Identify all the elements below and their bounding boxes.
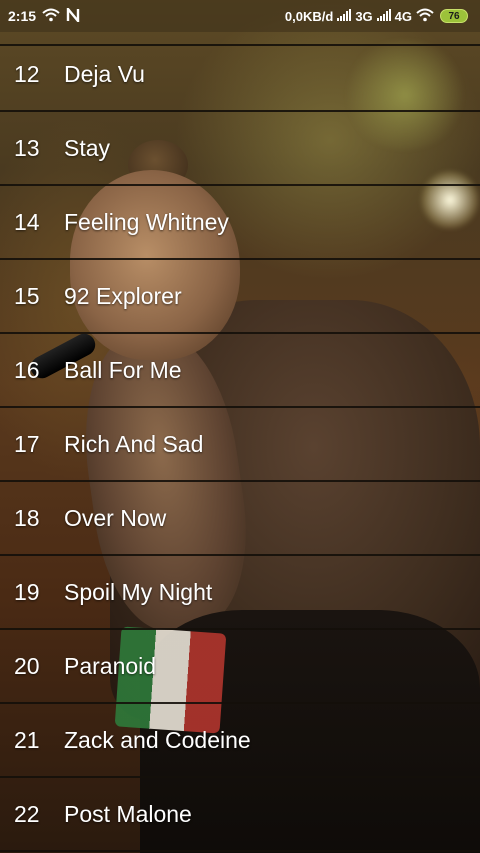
- status-bar: 2:15 0,0KB/d 3G 4G 76: [0, 0, 480, 32]
- network-type-4g: 4G: [394, 8, 412, 24]
- track-number: 17: [14, 430, 40, 457]
- network-speed: 0,0KB/d: [284, 8, 334, 24]
- list-item[interactable]: 15 92 Explorer: [0, 260, 480, 334]
- track-number: 15: [14, 282, 40, 309]
- track-number: 12: [14, 60, 40, 87]
- signal-icon: [376, 8, 391, 24]
- list-item[interactable]: 16 Ball For Me: [0, 334, 480, 408]
- list-item[interactable]: 12 Deja Vu: [0, 38, 480, 112]
- track-number: 19: [14, 578, 40, 605]
- track-title: Rich And Sad: [64, 430, 204, 457]
- track-title: 92 Explorer: [64, 282, 182, 309]
- track-title: Over Now: [64, 504, 167, 531]
- status-right: 0,0KB/d 3G 4G 76: [285, 8, 468, 25]
- track-number: 22: [14, 800, 40, 827]
- list-item[interactable]: 14 Feeling Whitney: [0, 186, 480, 260]
- track-title: Paranoid: [64, 652, 157, 679]
- track-title: Stay: [64, 134, 111, 161]
- list-item[interactable]: 22 Post Malone: [0, 778, 480, 852]
- track-title: Deja Vu: [64, 60, 145, 87]
- n-notification-icon: [66, 5, 80, 25]
- track-title: Ball For Me: [64, 356, 182, 383]
- track-number: 18: [14, 504, 40, 531]
- list-item[interactable]: 13 Stay: [0, 112, 480, 186]
- network-type-3g: 3G: [355, 8, 373, 24]
- track-title: Post Malone: [64, 800, 192, 827]
- track-number: 14: [14, 208, 40, 235]
- track-title: Zack and Codeine: [64, 726, 251, 753]
- list-item[interactable]: 21 Zack and Codeine: [0, 704, 480, 778]
- track-number: 20: [14, 652, 40, 679]
- track-title: Feeling Whitney: [64, 208, 229, 235]
- track-title: Spoil My Night: [64, 578, 213, 605]
- wifi-icon: [416, 8, 434, 25]
- status-left: 2:15: [8, 5, 80, 25]
- track-number: 16: [14, 356, 40, 383]
- list-item[interactable]: 20 Paranoid: [0, 630, 480, 704]
- battery-icon: 76: [440, 9, 468, 23]
- track-number: 21: [14, 726, 40, 753]
- status-time: 2:15: [8, 8, 37, 24]
- track-list: 12 Deja Vu 13 Stay 14 Feeling Whitney 15…: [0, 38, 480, 852]
- wifi-icon: [42, 8, 60, 25]
- list-item[interactable]: 19 Spoil My Night: [0, 556, 480, 630]
- signal-icon: [337, 8, 352, 24]
- list-item[interactable]: 17 Rich And Sad: [0, 408, 480, 482]
- track-number: 13: [14, 134, 40, 161]
- list-item[interactable]: 18 Over Now: [0, 482, 480, 556]
